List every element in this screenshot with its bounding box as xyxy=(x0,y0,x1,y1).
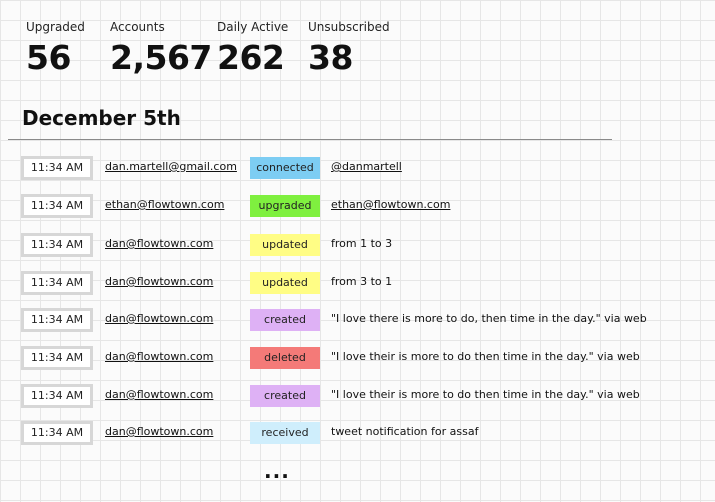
user-email-link[interactable]: dan.martell@gmail.com xyxy=(105,160,237,173)
status-badge: updated xyxy=(250,234,320,256)
status-badge: deleted xyxy=(250,347,320,369)
activity-detail: "I love there is more to do, then time i… xyxy=(331,312,647,325)
activity-row: 11:34 AM dan@flowtown.com deleted "I lov… xyxy=(0,344,715,374)
detail-email-link[interactable]: ethan@flowtown.com xyxy=(331,198,450,211)
activity-detail: from 1 to 3 xyxy=(331,237,393,250)
activity-row: 11:34 AM dan@flowtown.com updated from 3… xyxy=(0,269,715,299)
timestamp: 11:34 AM xyxy=(21,194,93,218)
timestamp: 11:34 AM xyxy=(21,156,93,180)
activity-detail: "I love their is more to do then time in… xyxy=(331,350,640,363)
timestamp: 11:34 AM xyxy=(21,271,93,295)
status-badge: connected xyxy=(250,157,320,179)
user-email-link[interactable]: dan@flowtown.com xyxy=(105,388,213,401)
status-badge: upgraded xyxy=(250,195,320,217)
timestamp: 11:34 AM xyxy=(21,233,93,257)
load-more-button[interactable]: ... xyxy=(264,459,290,483)
user-email-link[interactable]: dan@flowtown.com xyxy=(105,425,213,438)
timestamp: 11:34 AM xyxy=(21,308,93,332)
timestamp: 11:34 AM xyxy=(21,384,93,408)
status-badge: updated xyxy=(250,272,320,294)
activity-feed: 11:34 AM dan.martell@gmail.com connected… xyxy=(0,0,715,502)
activity-row: 11:34 AM dan.martell@gmail.com connected… xyxy=(0,154,715,184)
status-badge: created xyxy=(250,385,320,407)
activity-detail: "I love their is more to do then time in… xyxy=(331,388,640,401)
timestamp: 11:34 AM xyxy=(21,346,93,370)
status-badge: created xyxy=(250,309,320,331)
activity-row: 11:34 AM dan@flowtown.com received tweet… xyxy=(0,419,715,449)
user-email-link[interactable]: dan@flowtown.com xyxy=(105,275,213,288)
activity-row: 11:34 AM ethan@flowtown.com upgraded eth… xyxy=(0,192,715,222)
user-email-link[interactable]: dan@flowtown.com xyxy=(105,350,213,363)
twitter-handle-link[interactable]: @danmartell xyxy=(331,160,402,173)
activity-row: 11:34 AM dan@flowtown.com updated from 1… xyxy=(0,231,715,261)
activity-detail: tweet notification for assaf xyxy=(331,425,479,438)
activity-row: 11:34 AM dan@flowtown.com created "I lov… xyxy=(0,382,715,412)
timestamp: 11:34 AM xyxy=(21,421,93,445)
user-email-link[interactable]: ethan@flowtown.com xyxy=(105,198,224,211)
user-email-link[interactable]: dan@flowtown.com xyxy=(105,312,213,325)
user-email-link[interactable]: dan@flowtown.com xyxy=(105,237,213,250)
activity-detail: from 3 to 1 xyxy=(331,275,393,288)
activity-row: 11:34 AM dan@flowtown.com created "I lov… xyxy=(0,306,715,336)
status-badge: received xyxy=(250,422,320,444)
